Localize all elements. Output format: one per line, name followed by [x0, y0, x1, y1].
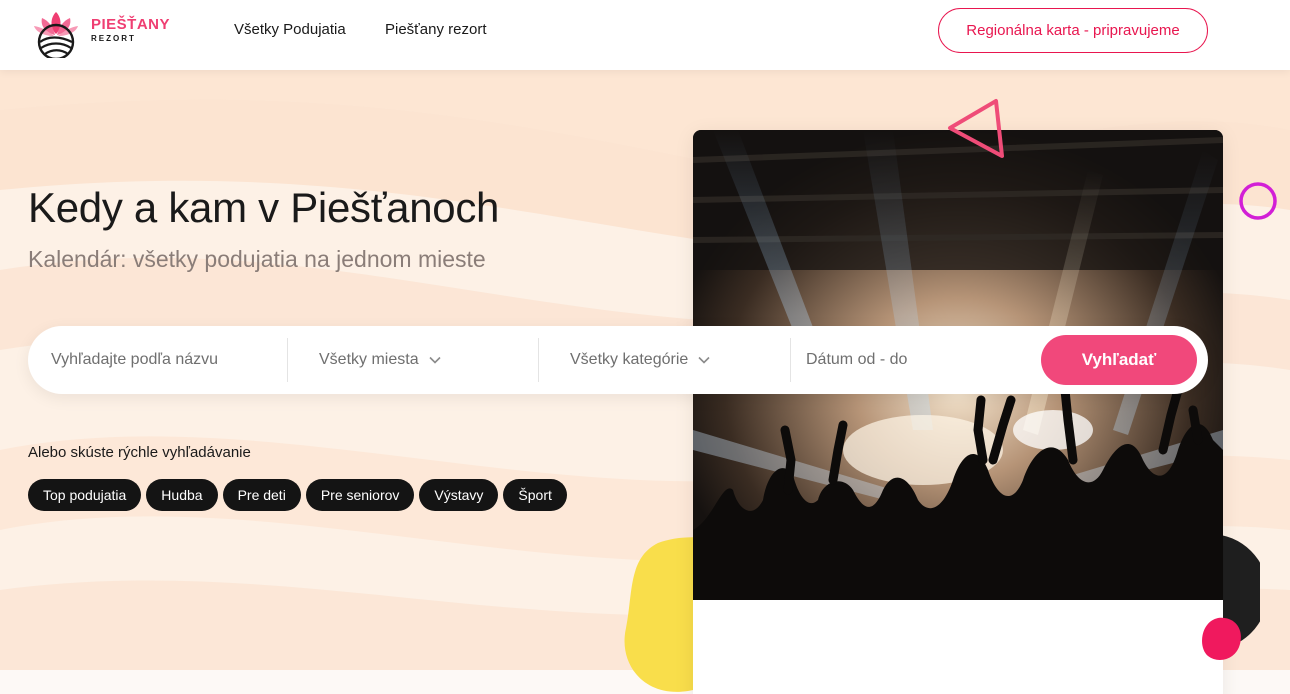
logo-subtitle: REZORT	[91, 34, 136, 43]
location-dropdown[interactable]: Všetky miesta	[319, 326, 539, 394]
pink-blob-shape	[1202, 617, 1241, 660]
logo-wordmark: PIEŠŤANY	[91, 16, 171, 33]
hero-title: Kedy a kam v Piešťanoch	[28, 184, 500, 231]
tag-exhibitions[interactable]: Výstavy	[419, 479, 499, 511]
site-header: PIEŠŤANY REZORT Všetky Podujatia Piešťan…	[0, 0, 1290, 70]
search-bar: Všetky miesta Všetky kategórie Vyhľadať	[28, 326, 1208, 394]
hero-event-photo	[693, 130, 1223, 694]
tag-for-kids[interactable]: Pre deti	[222, 479, 301, 511]
quick-search-title: Alebo skúste rýchle vyhľadávanie	[28, 444, 251, 461]
hero-subtitle: Kalendár: všetky podujatia na jednom mie…	[28, 246, 486, 272]
nav-piestany-resort[interactable]: Piešťany rezort	[385, 21, 487, 38]
search-divider	[538, 338, 539, 382]
category-dropdown[interactable]: Všetky kategórie	[570, 326, 790, 394]
category-dropdown-label: Všetky kategórie	[570, 351, 689, 368]
name-search-input[interactable]	[51, 351, 281, 369]
date-range-input[interactable]	[806, 351, 1026, 369]
nav-all-events[interactable]: Všetky Podujatia	[234, 21, 346, 38]
pink-triangle-shape	[948, 99, 1004, 158]
tag-top-events[interactable]: Top podujatia	[28, 479, 142, 511]
search-divider	[790, 338, 791, 382]
location-dropdown-label: Všetky miesta	[319, 351, 419, 368]
chevron-down-icon	[698, 356, 710, 364]
site-logo[interactable]: PIEŠŤANY REZORT	[28, 6, 178, 61]
tag-music[interactable]: Hudba	[146, 479, 218, 511]
name-search-field	[51, 326, 281, 394]
search-button[interactable]: Vyhľadať	[1041, 335, 1197, 385]
date-range-field	[806, 326, 1026, 394]
search-divider	[287, 338, 288, 382]
lotus-logo-icon	[34, 12, 78, 61]
purple-ring-shape	[1239, 182, 1277, 220]
tag-for-seniors[interactable]: Pre seniorov	[305, 479, 415, 511]
quick-search-tags: Top podujatia Hudba Pre deti Pre senioro…	[28, 479, 567, 511]
chevron-down-icon	[429, 356, 441, 364]
regional-card-button[interactable]: Regionálna karta - pripravujeme	[938, 8, 1208, 53]
tag-sport[interactable]: Šport	[503, 479, 567, 511]
